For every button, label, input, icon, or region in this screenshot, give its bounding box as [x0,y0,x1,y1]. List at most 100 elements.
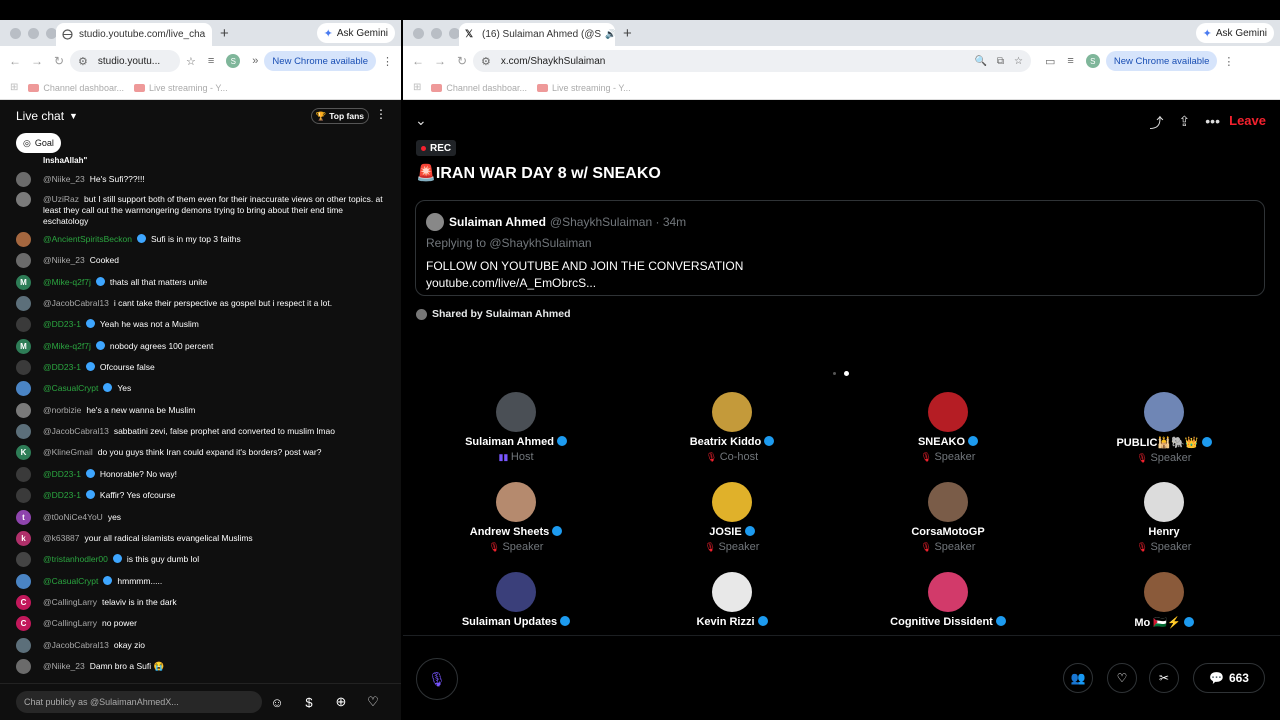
chat-author[interactable]: @CallingLarry [43,618,97,628]
window-controls[interactable] [413,28,460,39]
avatar[interactable] [16,659,31,674]
avatar[interactable] [16,317,31,332]
chat-message[interactable]: @Niike_23 Damn bro a Sufi 😭 [16,659,386,674]
side-panel-icon[interactable]: ▭ [1045,55,1055,68]
chat-message[interactable]: @JacobCabral13 i cant take their perspect… [16,296,386,311]
new-chrome-button[interactable]: New Chrome available [264,51,376,71]
chat-author[interactable]: @KlineGmail [43,447,93,457]
avatar[interactable]: C [16,595,31,610]
reload-icon[interactable]: ↻ [451,54,473,68]
chat-message[interactable]: @Niike_23 He's Sufi???!!! [16,172,386,187]
react-button[interactable]: ♡ [1107,663,1137,693]
avatar[interactable] [16,360,31,375]
forward-icon[interactable]: → [26,54,48,68]
chat-message[interactable]: @DD23-1 Ofcourse false [16,360,386,375]
reload-icon[interactable]: ↻ [48,54,70,68]
chat-message[interactable]: @DD23-1 Kaffir? Yes ofcourse [16,488,386,503]
chat-message[interactable]: @Niike_23 Cooked [16,253,386,268]
chat-message[interactable]: C @CallingLarry no power [16,616,386,631]
avatar[interactable] [16,381,31,396]
avatar[interactable]: K [16,445,31,460]
chat-message[interactable]: @DD23-1 Yeah he was not a Muslim [16,317,386,332]
add-icon[interactable]: ⊕ [332,693,350,711]
pinned-tweet[interactable]: Sulaiman Ahmed @ShaykhSulaiman · 34m Rep… [415,200,1265,296]
tab-youtube-studio[interactable]: studio.youtube.com/live_cha × [56,23,212,46]
chat-message[interactable]: C @CallingLarry telaviv is in the dark [16,595,386,610]
avatar[interactable] [16,574,31,589]
chevron-down-icon[interactable]: ▼ [69,111,78,121]
chat-message[interactable]: @tristanhodler00 is this guy dumb lol [16,552,386,567]
extensions-icon[interactable]: ≡ [1067,55,1073,67]
chat-message[interactable]: k @k63887 your all radical islamists evang… [16,531,386,546]
zoom-icon[interactable]: 🔍 [974,56,986,67]
chat-message[interactable]: M @Mike-q2f7j nobody agrees 100 percent [16,339,386,354]
avatar[interactable]: k [16,531,31,546]
participant[interactable]: Kevin Rizzi [632,572,832,628]
chat-author[interactable]: @Niike_23 [43,174,85,184]
install-icon[interactable]: ⧉ [997,56,1004,67]
participant[interactable]: Mo 🇵🇸⚡ [1064,572,1264,629]
ask-gemini-button[interactable]: ✦ Ask Gemini [316,23,395,43]
chat-author[interactable]: @AncientSpiritsBeckon [43,234,132,244]
avatar[interactable] [16,192,31,207]
chat-author[interactable]: @JacobCabral13 [43,426,109,436]
forward-icon[interactable]: → [429,54,451,68]
chat-message[interactable]: @CasualCrypt hmmmm..... [16,574,386,589]
chat-message[interactable]: M @Mike-q2f7j thats all that matters unite [16,275,386,290]
chat-message[interactable]: @JacobCabral13 okay zio [16,638,386,653]
participant[interactable]: Sulaiman Updates [416,572,616,628]
pagination-dots[interactable] [833,371,849,376]
chat-author[interactable]: @DD23-1 [43,319,81,329]
chat-message[interactable]: @CasualCrypt Yes [16,381,386,396]
chat-author[interactable]: @CasualCrypt [43,576,98,586]
avatar[interactable] [16,403,31,418]
menu-kebab-icon[interactable]: ⋮ [1223,55,1234,68]
apps-grid-icon[interactable]: ⊞ [10,82,18,93]
bookmark-item[interactable]: Channel dashboar... [431,83,527,93]
avatar[interactable] [16,638,31,653]
participant[interactable]: Andrew Sheets 🎙 Speaker [416,482,616,553]
avatar[interactable] [16,467,31,482]
chat-author[interactable]: @CasualCrypt [43,383,98,393]
site-info-icon[interactable]: ⚙ [78,55,88,68]
chat-author[interactable]: @Niike_23 [43,255,85,265]
chat-author[interactable]: @norbizie [43,405,81,415]
chat-message[interactable]: @DD23-1 Honorable? No way! [16,467,386,482]
site-info-icon[interactable]: ⚙ [481,55,491,68]
new-chrome-button[interactable]: New Chrome available [1105,51,1218,71]
chat-author[interactable]: @CallingLarry [43,597,97,607]
chat-author[interactable]: @DD23-1 [43,362,81,372]
chat-author[interactable]: @JacobCabral13 [43,298,109,308]
back-icon[interactable]: ← [4,54,26,68]
chat-message[interactable]: K @KlineGmail do you guys think Iran could… [16,445,386,460]
heart-icon[interactable]: ♡ [364,693,382,711]
chat-author[interactable]: @DD23-1 [43,490,81,500]
avatar[interactable]: t [16,510,31,525]
avatar[interactable] [16,488,31,503]
chat-message[interactable]: t @t0oNiCe4YoU yes [16,510,386,525]
comments-button[interactable]: 💬 663 [1193,663,1265,693]
bookmark-star-icon[interactable]: ☆ [1014,56,1023,67]
super-chat-icon[interactable]: $ [300,693,318,711]
chat-message[interactable]: @norbizie he's a new wanna be Muslim [16,403,386,418]
chat-author[interactable]: @k63887 [43,533,80,543]
tab-x-space[interactable]: 𝕏 (16) Sulaiman Ahmed (@S 🔊 × [459,23,615,46]
avatar[interactable] [16,424,31,439]
clip-button[interactable]: ✂ [1149,663,1179,693]
window-controls[interactable] [10,28,57,39]
new-tab-button[interactable]: + [220,25,229,42]
participant[interactable]: Beatrix Kiddo 🎙 Co-host [632,392,832,463]
profile-avatar[interactable]: S [1085,54,1100,68]
apps-grid-icon[interactable]: ⊞ [413,82,421,93]
chat-input[interactable]: Chat publicly as @SulaimanAhmedX... [16,691,262,713]
avatar[interactable] [16,172,31,187]
chat-messages[interactable]: InshaAllah" @Niike_23 He's Sufi???!!! @Uzi… [0,156,401,677]
participant[interactable]: PUBLIC🕌🐘👑 🎙 Speaker [1064,392,1264,464]
participant[interactable]: Cognitive Dissident [848,572,1048,628]
chat-author[interactable]: @DD23-1 [43,469,81,479]
avatar[interactable]: C [16,616,31,631]
chat-message[interactable]: @AncientSpiritsBeckon Sufi is in my top 3… [16,232,386,247]
emoji-icon[interactable]: ☺ [268,693,286,711]
avatar[interactable]: M [16,275,31,290]
chat-author[interactable]: @Mike-q2f7j [43,341,91,351]
